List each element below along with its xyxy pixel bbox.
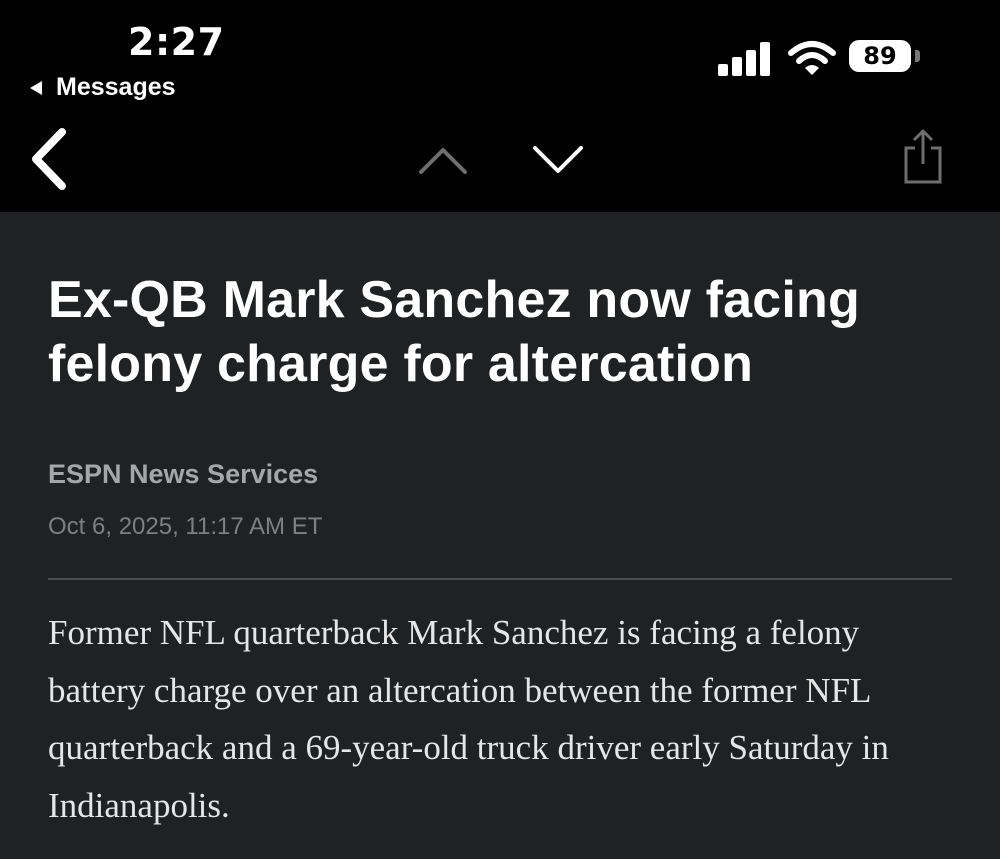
battery-icon: 89 xyxy=(849,40,911,72)
article-date: Oct 6, 2025, 11:17 AM ET xyxy=(48,513,323,540)
back-app-label: Messages xyxy=(56,73,176,101)
top-bar: 2:27 Messages 89 xyxy=(0,0,1000,212)
divider xyxy=(48,578,952,580)
back-to-messages-link[interactable]: Messages xyxy=(30,72,176,102)
cellular-signal-icon xyxy=(718,42,770,76)
wifi-icon xyxy=(788,41,836,75)
battery-tip xyxy=(915,50,920,62)
status-icons: 89 xyxy=(718,38,928,82)
article-byline: ESPN News Services xyxy=(48,459,319,489)
status-time: 2:27 xyxy=(128,20,225,64)
chevron-up-icon[interactable] xyxy=(418,144,468,176)
chevron-down-icon[interactable] xyxy=(532,144,584,176)
article-headline: Ex-QB Mark Sanchez now facing felony cha… xyxy=(48,271,860,393)
back-triangle-icon xyxy=(30,80,42,95)
chevron-left-icon[interactable] xyxy=(28,128,70,190)
share-icon[interactable] xyxy=(900,128,946,186)
article-body: Former NFL quarterback Mark Sanchez is f… xyxy=(48,613,889,825)
